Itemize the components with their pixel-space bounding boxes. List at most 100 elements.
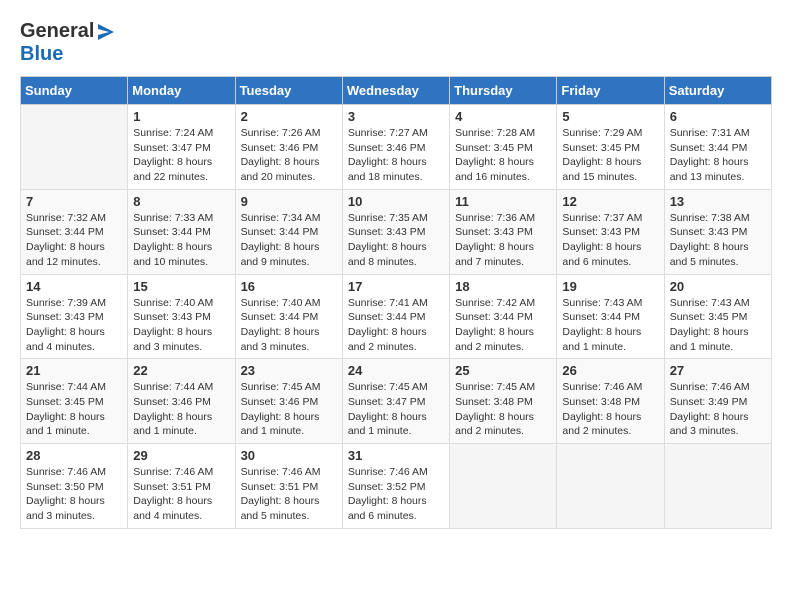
calendar-cell: 6 Sunrise: 7:31 AM Sunset: 3:44 PM Daylig… bbox=[664, 105, 771, 190]
calendar-cell: 5Sunrise: 7:29 AM Sunset: 3:45 PM Daylig… bbox=[557, 105, 664, 190]
day-number: 17 bbox=[348, 279, 444, 294]
calendar-cell: 2 Sunrise: 7:26 AM Sunset: 3:46 PM Daylig… bbox=[235, 105, 342, 190]
day-info: Sunrise: 7:32 AM Sunset: 3:44 PM Dayligh… bbox=[26, 211, 122, 270]
calendar-cell: 13Sunrise: 7:38 AM Sunset: 3:43 PM Dayli… bbox=[664, 189, 771, 274]
day-number: 15 bbox=[133, 279, 229, 294]
day-number: 30 bbox=[241, 448, 337, 463]
day-info: Sunrise: 7:46 AM Sunset: 3:51 PM Dayligh… bbox=[241, 465, 337, 524]
day-info: Sunrise: 7:35 AM Sunset: 3:43 PM Dayligh… bbox=[348, 211, 444, 270]
day-number: 27 bbox=[670, 363, 766, 378]
day-number: 6 bbox=[670, 109, 766, 124]
day-info: Sunrise: 7:46 AM Sunset: 3:51 PM Dayligh… bbox=[133, 465, 229, 524]
day-number: 11 bbox=[455, 194, 551, 209]
calendar-cell: 26 Sunrise: 7:46 AM Sunset: 3:48 PM Dayli… bbox=[557, 359, 664, 444]
logo-general-text: General bbox=[20, 20, 94, 43]
calendar-cell bbox=[664, 444, 771, 529]
day-info: Sunrise: 7:31 AM Sunset: 3:44 PM Dayligh… bbox=[670, 126, 766, 185]
calendar-cell: 17 Sunrise: 7:41 AM Sunset: 3:44 PM Dayli… bbox=[342, 274, 449, 359]
page-header: General Blue bbox=[20, 20, 772, 66]
day-info: Sunrise: 7:45 AM Sunset: 3:48 PM Dayligh… bbox=[455, 380, 551, 439]
calendar-cell: 7Sunrise: 7:32 AM Sunset: 3:44 PM Daylig… bbox=[21, 189, 128, 274]
day-info: Sunrise: 7:42 AM Sunset: 3:44 PM Dayligh… bbox=[455, 296, 551, 355]
calendar-cell: 10Sunrise: 7:35 AM Sunset: 3:43 PM Dayli… bbox=[342, 189, 449, 274]
day-number: 26 bbox=[562, 363, 658, 378]
calendar-cell: 21Sunrise: 7:44 AM Sunset: 3:45 PM Dayli… bbox=[21, 359, 128, 444]
calendar-table: SundayMondayTuesdayWednesdayThursdayFrid… bbox=[20, 76, 772, 529]
day-info: Sunrise: 7:43 AM Sunset: 3:44 PM Dayligh… bbox=[562, 296, 658, 355]
calendar-cell bbox=[450, 444, 557, 529]
day-info: Sunrise: 7:45 AM Sunset: 3:46 PM Dayligh… bbox=[241, 380, 337, 439]
day-number: 2 bbox=[241, 109, 337, 124]
calendar-day-header: Monday bbox=[128, 77, 235, 105]
day-number: 1 bbox=[133, 109, 229, 124]
day-number: 4 bbox=[455, 109, 551, 124]
day-number: 19 bbox=[562, 279, 658, 294]
day-info: Sunrise: 7:46 AM Sunset: 3:50 PM Dayligh… bbox=[26, 465, 122, 524]
day-info: Sunrise: 7:44 AM Sunset: 3:46 PM Dayligh… bbox=[133, 380, 229, 439]
day-info: Sunrise: 7:27 AM Sunset: 3:46 PM Dayligh… bbox=[348, 126, 444, 185]
day-number: 8 bbox=[133, 194, 229, 209]
day-info: Sunrise: 7:39 AM Sunset: 3:43 PM Dayligh… bbox=[26, 296, 122, 355]
calendar-week-row: 28 Sunrise: 7:46 AM Sunset: 3:50 PM Dayli… bbox=[21, 444, 772, 529]
calendar-week-row: 14 Sunrise: 7:39 AM Sunset: 3:43 PM Dayli… bbox=[21, 274, 772, 359]
logo: General Blue bbox=[20, 20, 116, 66]
calendar-cell: 25 Sunrise: 7:45 AM Sunset: 3:48 PM Dayli… bbox=[450, 359, 557, 444]
day-number: 13 bbox=[670, 194, 766, 209]
calendar-cell: 29 Sunrise: 7:46 AM Sunset: 3:51 PM Dayli… bbox=[128, 444, 235, 529]
day-number: 31 bbox=[348, 448, 444, 463]
day-info: Sunrise: 7:33 AM Sunset: 3:44 PM Dayligh… bbox=[133, 211, 229, 270]
calendar-cell: 31 Sunrise: 7:46 AM Sunset: 3:52 PM Dayli… bbox=[342, 444, 449, 529]
calendar-cell: 20 Sunrise: 7:43 AM Sunset: 3:45 PM Dayli… bbox=[664, 274, 771, 359]
calendar-week-row: 1Sunrise: 7:24 AM Sunset: 3:47 PM Daylig… bbox=[21, 105, 772, 190]
day-number: 12 bbox=[562, 194, 658, 209]
day-info: Sunrise: 7:29 AM Sunset: 3:45 PM Dayligh… bbox=[562, 126, 658, 185]
calendar-day-header: Thursday bbox=[450, 77, 557, 105]
day-number: 3 bbox=[348, 109, 444, 124]
day-info: Sunrise: 7:44 AM Sunset: 3:45 PM Dayligh… bbox=[26, 380, 122, 439]
calendar-cell bbox=[557, 444, 664, 529]
calendar-cell: 1Sunrise: 7:24 AM Sunset: 3:47 PM Daylig… bbox=[128, 105, 235, 190]
day-info: Sunrise: 7:43 AM Sunset: 3:45 PM Dayligh… bbox=[670, 296, 766, 355]
calendar-day-header: Wednesday bbox=[342, 77, 449, 105]
calendar-cell: 16Sunrise: 7:40 AM Sunset: 3:44 PM Dayli… bbox=[235, 274, 342, 359]
calendar-cell: 27 Sunrise: 7:46 AM Sunset: 3:49 PM Dayli… bbox=[664, 359, 771, 444]
calendar-day-header: Friday bbox=[557, 77, 664, 105]
day-info: Sunrise: 7:26 AM Sunset: 3:46 PM Dayligh… bbox=[241, 126, 337, 185]
calendar-cell: 24Sunrise: 7:45 AM Sunset: 3:47 PM Dayli… bbox=[342, 359, 449, 444]
calendar-header-row: SundayMondayTuesdayWednesdayThursdayFrid… bbox=[21, 77, 772, 105]
day-info: Sunrise: 7:28 AM Sunset: 3:45 PM Dayligh… bbox=[455, 126, 551, 185]
day-number: 29 bbox=[133, 448, 229, 463]
day-info: Sunrise: 7:46 AM Sunset: 3:49 PM Dayligh… bbox=[670, 380, 766, 439]
day-number: 18 bbox=[455, 279, 551, 294]
calendar-week-row: 7Sunrise: 7:32 AM Sunset: 3:44 PM Daylig… bbox=[21, 189, 772, 274]
day-number: 22 bbox=[133, 363, 229, 378]
logo-arrow-icon bbox=[96, 22, 116, 42]
day-number: 20 bbox=[670, 279, 766, 294]
calendar-cell: 4 Sunrise: 7:28 AM Sunset: 3:45 PM Daylig… bbox=[450, 105, 557, 190]
day-info: Sunrise: 7:41 AM Sunset: 3:44 PM Dayligh… bbox=[348, 296, 444, 355]
day-info: Sunrise: 7:37 AM Sunset: 3:43 PM Dayligh… bbox=[562, 211, 658, 270]
calendar-cell: 11 Sunrise: 7:36 AM Sunset: 3:43 PM Dayli… bbox=[450, 189, 557, 274]
day-number: 14 bbox=[26, 279, 122, 294]
calendar-cell: 14 Sunrise: 7:39 AM Sunset: 3:43 PM Dayli… bbox=[21, 274, 128, 359]
logo-blue-text: Blue bbox=[20, 43, 63, 65]
calendar-day-header: Saturday bbox=[664, 77, 771, 105]
calendar-cell: 23 Sunrise: 7:45 AM Sunset: 3:46 PM Dayli… bbox=[235, 359, 342, 444]
day-info: Sunrise: 7:40 AM Sunset: 3:43 PM Dayligh… bbox=[133, 296, 229, 355]
day-info: Sunrise: 7:45 AM Sunset: 3:47 PM Dayligh… bbox=[348, 380, 444, 439]
calendar-week-row: 21Sunrise: 7:44 AM Sunset: 3:45 PM Dayli… bbox=[21, 359, 772, 444]
day-number: 9 bbox=[241, 194, 337, 209]
day-number: 28 bbox=[26, 448, 122, 463]
calendar-cell: 9 Sunrise: 7:34 AM Sunset: 3:44 PM Daylig… bbox=[235, 189, 342, 274]
day-number: 25 bbox=[455, 363, 551, 378]
day-number: 16 bbox=[241, 279, 337, 294]
day-info: Sunrise: 7:36 AM Sunset: 3:43 PM Dayligh… bbox=[455, 211, 551, 270]
day-info: Sunrise: 7:46 AM Sunset: 3:48 PM Dayligh… bbox=[562, 380, 658, 439]
calendar-day-header: Sunday bbox=[21, 77, 128, 105]
day-info: Sunrise: 7:34 AM Sunset: 3:44 PM Dayligh… bbox=[241, 211, 337, 270]
calendar-cell: 30 Sunrise: 7:46 AM Sunset: 3:51 PM Dayli… bbox=[235, 444, 342, 529]
calendar-cell: 28 Sunrise: 7:46 AM Sunset: 3:50 PM Dayli… bbox=[21, 444, 128, 529]
calendar-cell: 12 Sunrise: 7:37 AM Sunset: 3:43 PM Dayli… bbox=[557, 189, 664, 274]
day-info: Sunrise: 7:46 AM Sunset: 3:52 PM Dayligh… bbox=[348, 465, 444, 524]
day-number: 23 bbox=[241, 363, 337, 378]
